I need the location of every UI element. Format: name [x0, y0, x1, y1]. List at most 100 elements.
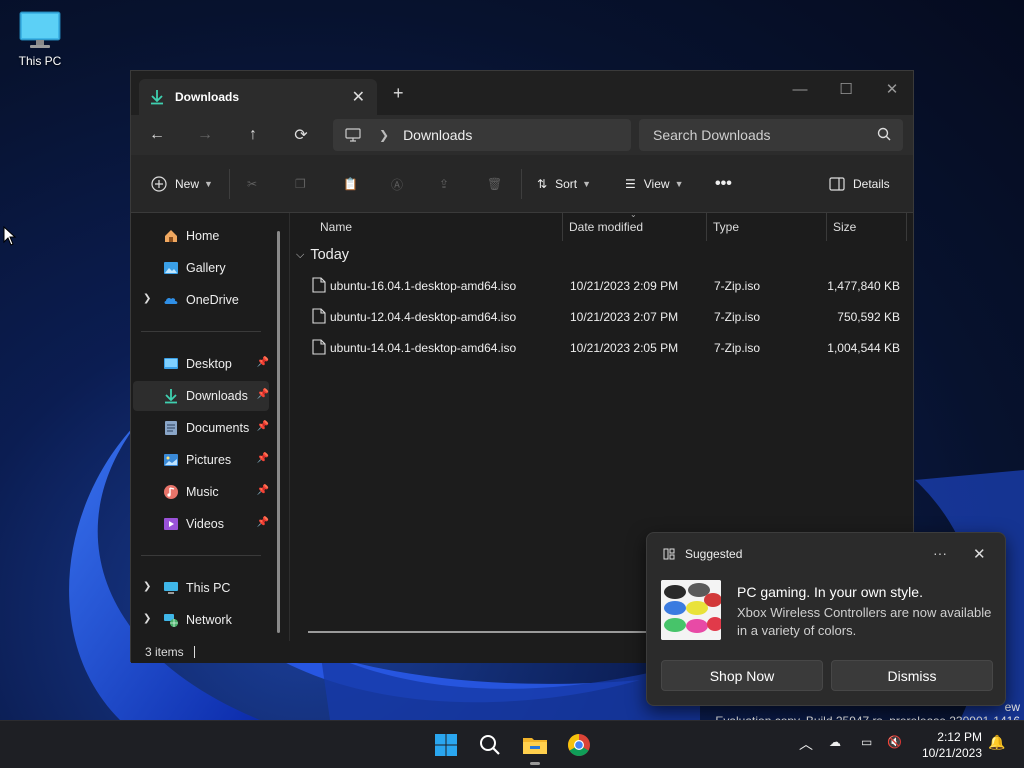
chevron-down-icon: ▼	[204, 179, 213, 189]
pin-icon[interactable]: 📌	[257, 389, 269, 400]
sidebar-item-videos[interactable]: Videos 📌	[133, 509, 269, 539]
delete-icon[interactable]: 🗑	[487, 172, 502, 196]
rename-icon[interactable]: Ⓐ	[391, 172, 403, 196]
sidebar-item-gallery[interactable]: Gallery	[133, 253, 269, 283]
desktop-folder-icon	[164, 358, 178, 369]
sidebar-item-onedrive[interactable]: ❯ OneDrive	[133, 285, 269, 315]
view-button[interactable]: ☰ View ▼	[625, 172, 683, 196]
onedrive-sync-icon[interactable]: ☁	[829, 735, 841, 749]
table-row[interactable]: ubuntu-14.04.1-desktop-amd64.iso 10/21/2…	[296, 333, 908, 363]
details-label: Details	[853, 177, 890, 191]
sidebar-label: This PC	[186, 581, 231, 595]
more-options-icon[interactable]: •••	[715, 172, 732, 196]
breadcrumb-downloads[interactable]: Downloads	[403, 127, 472, 143]
sidebar-item-desktop[interactable]: Desktop 📌	[133, 349, 269, 379]
tab-bar: Downloads ✕ + — ☐ ✕	[131, 71, 913, 115]
toast-header: Suggested	[663, 547, 742, 561]
taskbar-search-button[interactable]	[474, 729, 506, 761]
desktop-icon-label: This PC	[18, 54, 62, 68]
clock[interactable]: 2:12 PM 10/21/2023	[920, 729, 982, 761]
display-icon[interactable]: ▭	[861, 735, 872, 749]
music-icon	[164, 485, 178, 499]
start-button[interactable]	[430, 729, 462, 761]
download-icon	[151, 90, 163, 105]
more-options-icon[interactable]: ···	[933, 545, 947, 561]
refresh-icon[interactable]: ⟳	[285, 123, 317, 147]
sidebar-item-network[interactable]: ❯ Network	[133, 605, 269, 635]
sidebar-label: OneDrive	[186, 293, 239, 307]
speaker-muted-icon[interactable]: 🔇	[887, 735, 902, 749]
sidebar-label: Pictures	[186, 453, 232, 467]
share-icon[interactable]: ⇪	[439, 172, 449, 196]
home-icon	[165, 230, 177, 242]
up-icon[interactable]: ↑	[237, 123, 269, 147]
sidebar-item-downloads[interactable]: Downloads 📌	[133, 381, 269, 411]
pin-icon[interactable]: 📌	[257, 421, 269, 432]
back-icon[interactable]: ←	[141, 123, 173, 147]
toast-header-label: Suggested	[685, 547, 743, 561]
table-row[interactable]: ubuntu-16.04.1-desktop-amd64.iso 10/21/2…	[296, 271, 908, 301]
sidebar-scrollbar[interactable]	[277, 231, 280, 633]
sidebar-divider	[141, 331, 261, 332]
address-bar[interactable]: ❯ Downloads	[333, 119, 631, 151]
sort-button[interactable]: ⇅ Sort ▼	[537, 172, 591, 196]
sidebar-item-music[interactable]: Music 📌	[133, 477, 269, 507]
cut-icon[interactable]: ✂	[247, 172, 257, 196]
clock-time: 2:12 PM	[937, 730, 982, 744]
horizontal-scrollbar[interactable]	[308, 631, 648, 633]
new-label: New	[175, 177, 200, 191]
toolbar-divider	[521, 169, 522, 199]
onedrive-cloud-icon	[164, 297, 178, 304]
search-input[interactable]: Search Downloads	[639, 119, 903, 151]
table-row[interactable]: ubuntu-12.04.4-desktop-amd64.iso 10/21/2…	[296, 302, 908, 332]
column-header-size[interactable]: Size	[827, 213, 856, 241]
pin-icon[interactable]: 📌	[257, 517, 269, 528]
chevron-right-icon[interactable]: ❯	[143, 613, 151, 624]
copy-icon[interactable]: ❐	[295, 172, 306, 196]
column-divider[interactable]	[906, 213, 907, 241]
videos-icon	[164, 518, 178, 530]
pictures-icon	[164, 454, 178, 466]
sidebar-item-this-pc[interactable]: ❯ This PC	[133, 573, 269, 603]
chevron-right-icon[interactable]: ❯	[143, 581, 151, 592]
sidebar-item-pictures[interactable]: Pictures 📌	[133, 445, 269, 475]
show-hidden-icons-chevron-icon[interactable]: ︿	[799, 734, 813, 754]
toast-headline: PC gaming. In your own style.	[737, 584, 923, 600]
sidebar-divider	[141, 555, 261, 556]
shop-now-button[interactable]: Shop Now	[661, 660, 823, 691]
active-app-indicator	[530, 762, 540, 765]
pin-icon[interactable]: 📌	[257, 485, 269, 496]
notification-bell-icon[interactable]: 🔔	[988, 734, 1005, 751]
close-tab-icon[interactable]: ✕	[352, 87, 365, 107]
download-icon	[165, 389, 177, 404]
toolbar-divider	[229, 169, 230, 199]
group-header-today[interactable]: ⌵ Today	[296, 247, 349, 263]
desktop-icon-this-pc[interactable]: This PC	[12, 10, 68, 68]
pin-icon[interactable]: 📌	[257, 357, 269, 368]
sort-label: Sort	[555, 177, 578, 191]
search-icon	[877, 127, 891, 141]
paste-icon[interactable]: 📋	[343, 172, 358, 196]
chevron-right-icon[interactable]: ❯	[143, 293, 151, 304]
taskbar-file-explorer[interactable]	[519, 729, 551, 761]
close-icon[interactable]: ✕	[973, 545, 986, 563]
close-window-icon[interactable]: ✕	[869, 75, 915, 103]
column-header-type[interactable]: Type	[707, 213, 739, 241]
forward-icon[interactable]: →	[189, 123, 221, 147]
new-tab-icon[interactable]: +	[393, 83, 404, 104]
pin-icon[interactable]: 📌	[257, 453, 269, 464]
sidebar-item-home[interactable]: Home	[133, 221, 269, 251]
toast-body: Xbox Wireless Controllers are now availa…	[737, 605, 992, 638]
new-button[interactable]: New ▼	[151, 172, 213, 196]
sidebar-item-documents[interactable]: Documents 📌	[133, 413, 269, 443]
details-pane-icon	[829, 177, 845, 191]
column-header-name[interactable]: Name	[314, 213, 352, 241]
taskbar-chrome[interactable]	[563, 729, 595, 761]
tab-downloads[interactable]: Downloads ✕	[139, 79, 377, 115]
sort-indicator-icon: ⌄	[630, 210, 637, 219]
minimize-icon[interactable]: —	[777, 75, 823, 103]
folder-icon	[523, 738, 547, 754]
details-button[interactable]: Details	[829, 172, 890, 196]
dismiss-button[interactable]: Dismiss	[831, 660, 993, 691]
maximize-icon[interactable]: ☐	[823, 75, 869, 103]
